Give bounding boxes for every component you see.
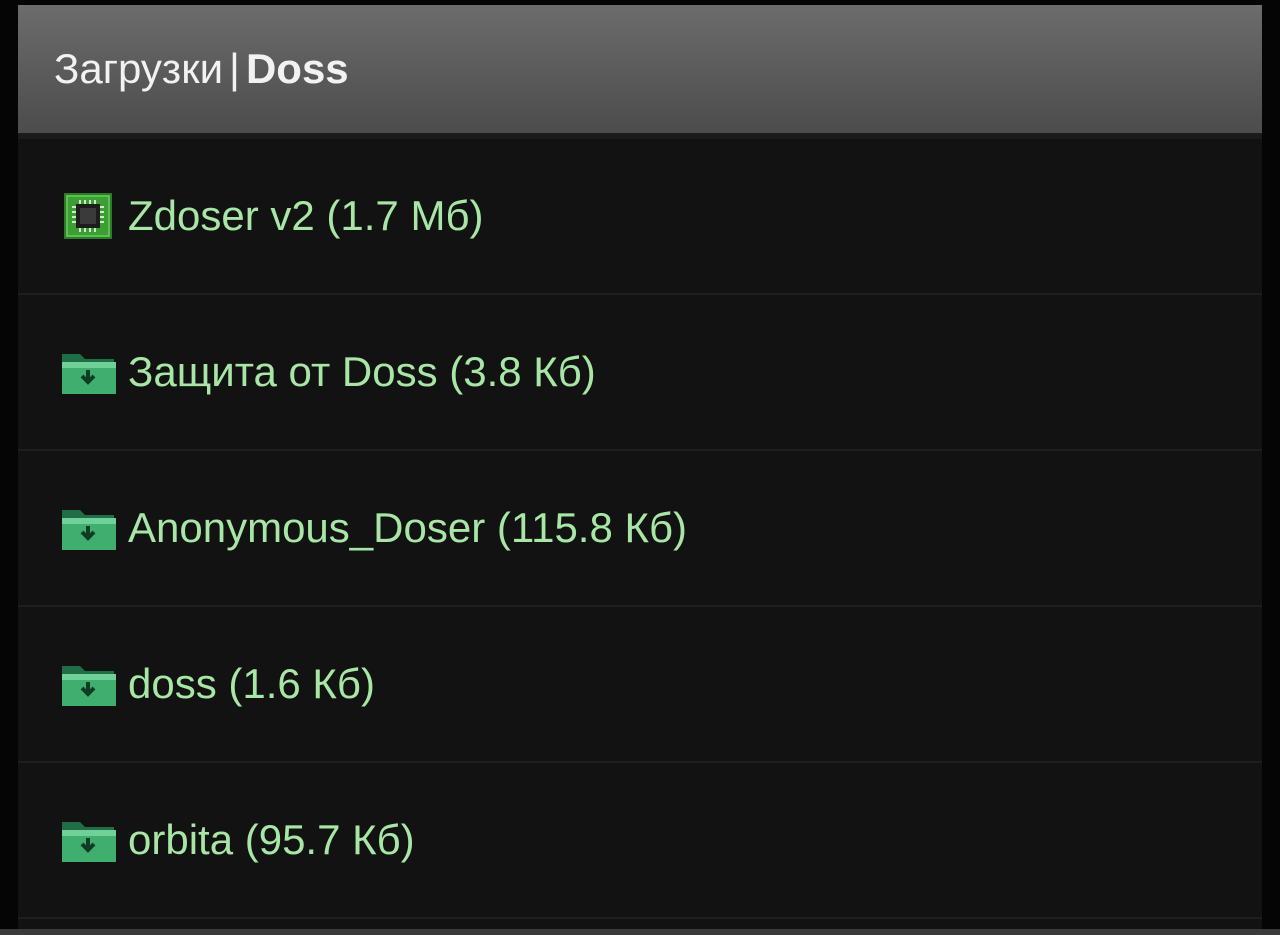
list-item-anonymous-doser[interactable]: Anonymous_Doser (115.8 Кб) [18, 451, 1262, 607]
file-list: Zdoser v2 (1.7 Мб) Защита от Doss (3.8 К… [18, 139, 1262, 919]
breadcrumb-separator: | [229, 45, 240, 92]
item-label: Защита от Doss (3.8 Кб) [128, 348, 596, 395]
item-label: Zdoser v2 (1.7 Мб) [128, 192, 484, 239]
breadcrumb-section[interactable]: Загрузки [54, 45, 223, 92]
folder-download-icon [60, 816, 116, 864]
downloads-panel: Загрузки | Doss Zdoser v2 (1.7 Мб) Защит… [18, 5, 1262, 929]
folder-download-icon [60, 348, 116, 396]
folder-download-icon [60, 504, 116, 552]
list-item-zdoser[interactable]: Zdoser v2 (1.7 Мб) [18, 139, 1262, 295]
list-item-doss[interactable]: doss (1.6 Кб) [18, 607, 1262, 763]
header-bar: Загрузки | Doss [18, 5, 1262, 139]
app-chip-icon [60, 192, 116, 240]
list-item-orbita[interactable]: orbita (95.7 Кб) [18, 763, 1262, 919]
breadcrumb-current: Doss [245, 45, 349, 92]
item-label: Anonymous_Doser (115.8 Кб) [128, 504, 688, 551]
item-label: orbita (95.7 Кб) [128, 816, 415, 863]
item-label: doss (1.6 Кб) [128, 660, 375, 707]
page-title: Загрузки | Doss [54, 45, 349, 93]
screen: Загрузки | Doss Zdoser v2 (1.7 Мб) Защит… [0, 0, 1280, 935]
folder-download-icon [60, 660, 116, 708]
bottom-divider [0, 929, 1280, 935]
list-item-protection[interactable]: Защита от Doss (3.8 Кб) [18, 295, 1262, 451]
